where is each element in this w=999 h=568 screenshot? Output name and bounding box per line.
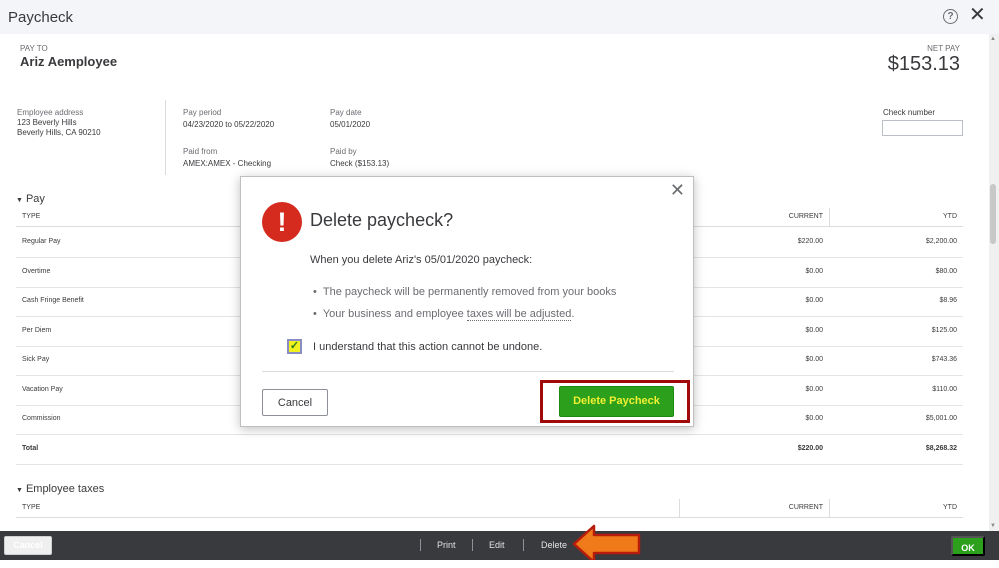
delete-link[interactable]: Delete <box>541 540 567 550</box>
footer-divider <box>472 539 473 551</box>
bottom-strip <box>0 560 999 568</box>
understand-checkbox-label[interactable]: I understand that this action cannot be … <box>313 341 542 353</box>
ok-button[interactable]: OK <box>951 536 985 556</box>
footer-cancel-button[interactable]: Cancel <box>4 536 52 555</box>
vertical-scrollbar[interactable]: ▲ ▼ <box>989 34 999 531</box>
page-title: Paycheck <box>8 9 74 26</box>
bullet-text: Your business and employee <box>322 308 467 320</box>
paycheck-page: Paycheck ? ✕ PAY TO Ariz Aemployee NET P… <box>0 0 999 568</box>
alert-icon: ! <box>262 202 302 242</box>
footer-bar: Cancel Print Edit Delete OK <box>0 531 999 560</box>
taxes-adjusted-link[interactable]: taxes will be adjusted <box>466 308 572 321</box>
dialog-divider <box>262 371 674 372</box>
dialog-lead-text: When you delete Ariz's 05/01/2020 payche… <box>310 254 533 266</box>
scroll-up-icon[interactable]: ▲ <box>990 36 996 42</box>
bullet-dot: • <box>313 308 317 320</box>
delete-paycheck-button[interactable]: Delete Paycheck <box>559 386 674 417</box>
footer-divider <box>420 539 421 551</box>
close-icon[interactable]: ✕ <box>969 5 986 25</box>
pointer-arrow-icon <box>572 524 641 564</box>
delete-paycheck-dialog: ✕ ! Delete paycheck? When you delete Ari… <box>240 176 694 427</box>
bullet-dot: • <box>313 286 317 298</box>
dialog-close-icon[interactable]: ✕ <box>670 181 685 199</box>
dialog-bullet: • The paycheck will be permanently remove… <box>313 286 616 298</box>
bullet-text: The paycheck will be permanently removed… <box>322 286 617 298</box>
edit-link[interactable]: Edit <box>489 540 505 550</box>
help-icon[interactable]: ? <box>943 9 958 24</box>
dialog-cancel-button[interactable]: Cancel <box>262 389 328 416</box>
scrollbar-thumb[interactable] <box>990 184 996 244</box>
print-link[interactable]: Print <box>437 540 456 550</box>
scroll-down-icon[interactable]: ▼ <box>990 523 996 529</box>
understand-checkbox[interactable]: ✓ <box>287 339 302 354</box>
footer-divider <box>523 539 524 551</box>
bullet-suffix: . <box>571 308 575 320</box>
dialog-bullet: • Your business and employee taxes will b… <box>313 308 575 321</box>
dialog-title: Delete paycheck? <box>310 210 454 230</box>
